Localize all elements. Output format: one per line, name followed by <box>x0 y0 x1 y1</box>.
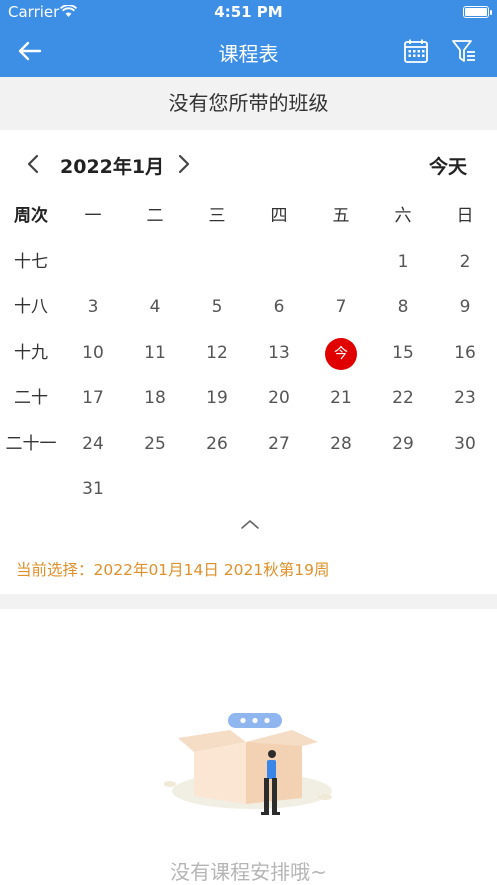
section-divider <box>0 594 497 609</box>
next-month-chevron-icon[interactable] <box>174 154 192 174</box>
calendar-grid: 周次 一 二 三 四 五 六 日 十七 1 2 十八 3 4 5 6 7 8 9 十九 10 11 12 13… <box>0 196 497 515</box>
weekday-wed: 三 <box>208 206 226 226</box>
day-cell[interactable]: 30 <box>434 424 496 464</box>
calendar-week-row: 31 <box>0 469 497 515</box>
day-cell[interactable]: 15 <box>372 333 434 373</box>
weekday-mon: 一 <box>84 206 102 226</box>
day-cell[interactable]: 3 <box>62 287 124 327</box>
day-cell[interactable]: 21 <box>310 378 372 418</box>
weekday-header-row: 周次 一 二 三 四 五 六 日 <box>0 196 497 242</box>
calendar-week-row: 十八 3 4 5 6 7 8 9 <box>0 287 497 333</box>
calendar-week-row: 十七 1 2 <box>0 242 497 288</box>
month-label: 2022年1月 <box>60 156 165 178</box>
day-cell[interactable]: 24 <box>62 424 124 464</box>
week-column-header: 周次 <box>14 206 48 226</box>
today-button[interactable]: 今天 <box>429 152 467 179</box>
collapse-chevron-up-icon[interactable] <box>240 518 260 530</box>
empty-state-message: 没有课程安排哦~ <box>170 860 327 884</box>
week-number-label: 二十一 <box>5 433 57 454</box>
day-cell[interactable]: 1 <box>372 242 434 282</box>
day-cell[interactable]: 7 <box>310 287 372 327</box>
day-cell[interactable]: 10 <box>62 333 124 373</box>
today-marker: 今 <box>325 337 357 370</box>
current-selection-label: 当前选择：2022年01月14日 2021秋第19周 <box>16 561 330 579</box>
weekday-fri: 五 <box>332 206 350 226</box>
day-cell[interactable]: 23 <box>434 378 496 418</box>
day-cell[interactable]: 6 <box>248 287 310 327</box>
today-day-cell[interactable]: 今 <box>310 333 372 373</box>
day-cell[interactable]: 19 <box>186 378 248 418</box>
day-cell[interactable]: 17 <box>62 378 124 418</box>
filter-icon[interactable] <box>450 37 478 65</box>
week-number-label: 十七 <box>14 251 48 272</box>
day-cell[interactable]: 12 <box>186 333 248 373</box>
day-cell[interactable]: 20 <box>248 378 310 418</box>
week-number-label: 十八 <box>14 297 48 317</box>
status-time: 4:51 PM <box>214 3 283 21</box>
day-cell[interactable]: 13 <box>248 333 310 373</box>
week-number-label: 二十 <box>14 388 48 408</box>
week-number-label: 十九 <box>14 342 48 363</box>
day-cell[interactable]: 31 <box>62 469 124 509</box>
weekday-tue: 二 <box>146 206 164 226</box>
day-cell[interactable]: 18 <box>124 378 186 418</box>
calendar-week-row: 二十一 24 25 26 27 28 29 30 <box>0 424 497 470</box>
empty-box-illustration <box>164 713 332 815</box>
nav-bar: 课程表 <box>0 24 497 77</box>
day-cell[interactable]: 16 <box>434 333 496 373</box>
day-cell[interactable]: 29 <box>372 424 434 464</box>
weekday-sat: 六 <box>394 206 412 226</box>
no-class-banner: 没有您所带的班级 <box>0 77 497 130</box>
calendar-icon[interactable] <box>402 37 430 65</box>
week-number-label <box>0 469 62 509</box>
weekday-thu: 四 <box>270 206 288 226</box>
status-bar: Carrier 4:51 PM <box>0 0 497 24</box>
day-cell[interactable]: 26 <box>186 424 248 464</box>
day-cell[interactable]: 11 <box>124 333 186 373</box>
calendar-week-row: 十九 10 11 12 13 今 15 16 <box>0 333 497 379</box>
prev-month-chevron-icon[interactable] <box>25 154 43 174</box>
calendar-header: 2022年1月 今天 <box>0 146 497 182</box>
day-cell[interactable]: 25 <box>124 424 186 464</box>
day-cell[interactable]: 8 <box>372 287 434 327</box>
day-cell[interactable]: 5 <box>186 287 248 327</box>
weekday-sun: 日 <box>456 206 474 226</box>
day-cell[interactable]: 9 <box>434 287 496 327</box>
day-cell[interactable]: 22 <box>372 378 434 418</box>
battery-icon <box>463 6 492 18</box>
calendar-week-row: 二十 17 18 19 20 21 22 23 <box>0 378 497 424</box>
day-cell[interactable]: 28 <box>310 424 372 464</box>
day-cell[interactable]: 4 <box>124 287 186 327</box>
day-cell[interactable]: 27 <box>248 424 310 464</box>
day-cell[interactable]: 2 <box>434 242 496 282</box>
